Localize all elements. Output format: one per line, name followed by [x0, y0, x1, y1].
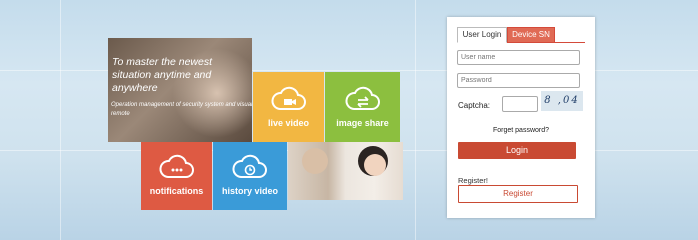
- family-photo: [288, 142, 403, 200]
- tile-label: image share: [336, 118, 389, 128]
- hero-subtitle: Operation management of security system …: [111, 102, 252, 117]
- login-button[interactable]: Login: [458, 142, 576, 159]
- cloud-clock-icon: [232, 154, 267, 178]
- tile-label: history video: [221, 186, 278, 196]
- tile-history-video[interactable]: history video: [213, 142, 287, 210]
- tile-image-share[interactable]: image share: [325, 72, 400, 142]
- cloud-share-icon: [345, 86, 380, 110]
- username-input[interactable]: [457, 50, 580, 65]
- cloud-video-icon: [271, 86, 306, 110]
- tab-user-login[interactable]: User Login: [457, 27, 507, 43]
- tab-device-sn[interactable]: Device SN: [507, 27, 555, 43]
- hero-banner: To master the newest situation anytime a…: [108, 38, 252, 142]
- captcha-image[interactable]: 8 ,04: [541, 91, 583, 111]
- login-tabs: User Login Device SN: [457, 27, 585, 43]
- captcha-label: Captcha:: [458, 101, 491, 110]
- password-input[interactable]: [457, 73, 580, 88]
- tile-label: live video: [267, 118, 310, 128]
- tile-notifications[interactable]: notifications: [141, 142, 212, 210]
- background-line: [415, 0, 416, 240]
- tile-label: notifications: [149, 186, 204, 196]
- tile-live-video[interactable]: live video: [253, 72, 324, 142]
- login-panel: User Login Device SN Captcha: 8 ,04 Forg…: [447, 17, 595, 218]
- register-prompt: Register!: [458, 176, 489, 185]
- captcha-input[interactable]: [502, 96, 538, 112]
- register-button[interactable]: Register: [458, 185, 578, 203]
- cloud-chat-icon: [159, 154, 194, 178]
- forgot-password-link[interactable]: Forget password?: [447, 127, 595, 134]
- background-line: [60, 0, 61, 240]
- hero-title: To master the newest situation anytime a…: [112, 56, 212, 94]
